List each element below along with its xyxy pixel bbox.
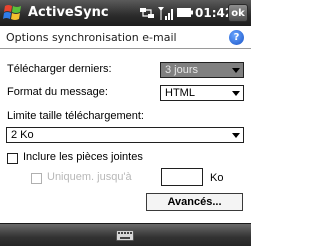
include-attachments-label[interactable]: Inclure les pièces jointes [23, 151, 143, 163]
download-limit-dropdown[interactable]: 2 Ko [6, 127, 244, 143]
sync-connection-icon[interactable] [139, 6, 155, 20]
message-format-value: HTML [165, 87, 195, 99]
download-period-label: Télécharger derniers: [7, 63, 112, 75]
only-up-to-label: Uniquem. jusqu'à [47, 171, 132, 183]
help-icon[interactable]: ? [229, 30, 244, 45]
activesync-options-screen: ActiveSync 01:42 ok Options synchronisat… [0, 0, 251, 246]
signal-strength-icon[interactable] [157, 5, 175, 21]
chevron-down-icon [232, 68, 240, 73]
keyboard-icon[interactable] [116, 230, 134, 241]
chevron-down-icon [232, 91, 240, 96]
include-attachments-checkbox[interactable] [7, 153, 18, 164]
message-format-label: Format du message: [7, 86, 108, 98]
download-period-dropdown[interactable]: 3 jours [160, 62, 244, 78]
attachment-size-input[interactable] [161, 168, 203, 186]
section-header: Options synchronisation e-mail ? [0, 26, 251, 49]
download-limit-value: 2 Ko [11, 129, 34, 141]
chevron-down-icon [232, 133, 240, 138]
page-title: Options synchronisation e-mail [6, 31, 177, 44]
message-format-dropdown[interactable]: HTML [160, 85, 244, 101]
windows-start-icon[interactable] [2, 3, 24, 23]
advanced-button[interactable]: Avancés... [146, 193, 243, 211]
battery-icon[interactable] [177, 8, 193, 17]
only-up-to-checkbox[interactable] [31, 173, 42, 184]
bottom-menu-bar [0, 223, 251, 246]
download-limit-label: Limite taille téléchargement: [7, 110, 144, 122]
app-title: ActiveSync [28, 5, 109, 20]
download-period-value: 3 jours [165, 64, 199, 76]
title-bar: ActiveSync 01:42 ok [0, 0, 251, 26]
ko-unit-label: Ko [210, 172, 224, 184]
ok-button[interactable]: ok [228, 4, 248, 22]
